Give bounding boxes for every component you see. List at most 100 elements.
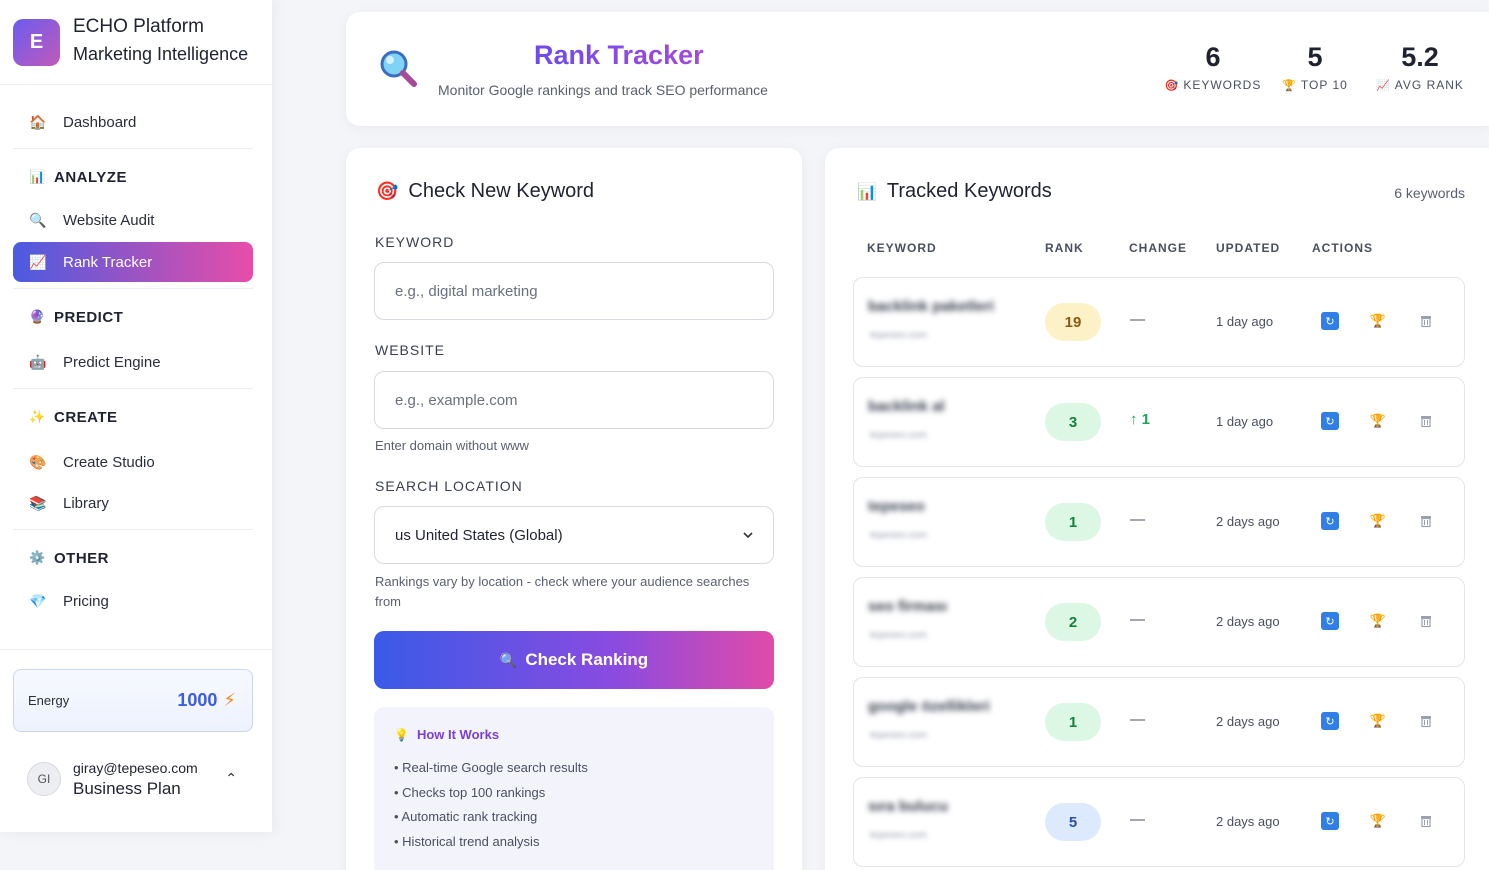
trash-icon[interactable]: [1417, 512, 1435, 530]
trophy-icon[interactable]: 🏆: [1369, 812, 1387, 830]
table-row[interactable]: google özellikleri tepeseo.com 1 — 2 days ag…: [853, 677, 1465, 767]
lightning-icon: ⚡: [223, 690, 236, 710]
website-label: WEBSITE: [375, 342, 446, 358]
stat-avg-rank: 5.2 📈 AVG RANK: [1372, 42, 1468, 92]
location-select[interactable]: us United States (Global): [374, 506, 774, 564]
sparkles-icon: ✨: [29, 409, 46, 424]
stat-label: 📈 AVG RANK: [1376, 78, 1464, 92]
user-plan: Business Plan: [73, 778, 181, 798]
avatar: GI: [27, 762, 61, 796]
section-other: ⚙️ OTHER: [0, 537, 272, 579]
refresh-icon[interactable]: ↻: [1321, 412, 1339, 430]
updated-time: 2 days ago: [1216, 614, 1280, 629]
diamond-icon: 💎: [29, 592, 47, 609]
keyword-cell: seo firması tepeseo.com: [858, 584, 1014, 662]
house-icon: 🏠: [29, 113, 47, 130]
books-icon: 📚: [29, 494, 47, 511]
rank-badge: 1: [1045, 703, 1101, 741]
website-hint: Enter domain without www: [375, 438, 529, 453]
section-title: OTHER: [54, 549, 109, 567]
keyword-site: tepeseo.com: [870, 630, 928, 641]
magnifier-icon: 🔍: [499, 651, 518, 668]
keyword-site: tepeseo.com: [870, 330, 928, 341]
energy-value: 1000 ⚡: [177, 690, 236, 710]
keyword-cell: tepeseo tepeseo.com: [858, 484, 1014, 562]
chevron-up-icon[interactable]: ⌃: [225, 770, 237, 787]
sidebar-item-library[interactable]: 📚 Library: [13, 483, 253, 523]
chevron-down-icon: [743, 532, 753, 539]
divider: [13, 148, 253, 149]
trash-icon[interactable]: [1417, 612, 1435, 630]
refresh-icon[interactable]: ↻: [1321, 312, 1339, 330]
stat-label: 🎯 KEYWORDS: [1164, 78, 1262, 92]
sidebar-item-dashboard[interactable]: 🏠 Dashboard: [13, 102, 253, 142]
user-menu[interactable]: GI giray@tepeseo.com Business Plan ⌃: [13, 748, 253, 810]
trophy-icon[interactable]: 🏆: [1369, 612, 1387, 630]
bar-chart-icon: 📊: [29, 169, 46, 184]
rank-change: —: [1130, 511, 1145, 528]
trophy-icon[interactable]: 🏆: [1369, 412, 1387, 430]
keyword-text: backlink al: [868, 398, 945, 415]
sidebar-item-predict-engine[interactable]: 🤖 Predict Engine: [13, 342, 253, 382]
trophy-icon[interactable]: 🏆: [1369, 312, 1387, 330]
trophy-icon[interactable]: 🏆: [1369, 712, 1387, 730]
location-value: us United States (Global): [395, 526, 563, 544]
check-keyword-card: 🎯 Check New Keyword KEYWORD WEBSITE Ente…: [346, 148, 802, 870]
divider: [0, 649, 272, 650]
column-header-actions: ACTIONS: [1312, 241, 1373, 255]
trophy-icon[interactable]: 🏆: [1369, 512, 1387, 530]
rank-badge: 19: [1045, 303, 1101, 341]
user-email: giray@tepeseo.com: [73, 759, 198, 776]
keyword-site: tepeseo.com: [870, 530, 928, 541]
chart-up-icon: 📈: [1376, 80, 1391, 92]
sidebar-item-create-studio[interactable]: 🎨 Create Studio: [13, 442, 253, 482]
column-header-change: CHANGE: [1129, 241, 1188, 255]
brand-logo: E: [13, 18, 60, 66]
sidebar-item-website-audit[interactable]: 🔍 Website Audit: [13, 200, 253, 240]
refresh-icon[interactable]: ↻: [1321, 812, 1339, 830]
keyword-text: google özellikleri: [868, 698, 990, 715]
trash-icon[interactable]: [1417, 412, 1435, 430]
energy-widget[interactable]: Energy 1000 ⚡: [13, 669, 253, 732]
table-row[interactable]: seo firması tepeseo.com 2 — 2 days ago ↻ 🏆: [853, 577, 1465, 667]
how-title: 💡 How It Works: [394, 727, 500, 742]
divider: [13, 288, 253, 289]
rank-change: —: [1130, 311, 1145, 328]
table-row[interactable]: backlink paketleri tepeseo.com 19 — 1 day ag…: [853, 277, 1465, 367]
refresh-icon[interactable]: ↻: [1321, 512, 1339, 530]
crystal-ball-icon: 🔮: [29, 309, 46, 324]
section-create: ✨ CREATE: [0, 396, 272, 438]
table-row[interactable]: sıra bulucu tepeseo.com 5 — 2 days ago ↻ 🏆: [853, 777, 1465, 867]
divider: [13, 388, 253, 389]
magnifier-icon: [380, 50, 417, 87]
rank-change: —: [1130, 611, 1145, 628]
website-input[interactable]: [374, 371, 774, 429]
column-header-updated: UPDATED: [1216, 241, 1281, 255]
refresh-icon[interactable]: ↻: [1321, 612, 1339, 630]
rank-badge: 5: [1045, 803, 1101, 841]
keyword-input[interactable]: [374, 262, 774, 320]
target-icon: 🎯: [376, 181, 399, 201]
table-row[interactable]: tepeseo tepeseo.com 1 — 2 days ago ↻ 🏆: [853, 477, 1465, 567]
check-ranking-button[interactable]: 🔍 Check Ranking: [374, 631, 774, 689]
updated-time: 1 day ago: [1216, 314, 1274, 329]
card-title: 📊 Tracked Keywords: [857, 180, 1052, 202]
table-row[interactable]: backlink al tepeseo.com 3 ↑ 1 1 day ago ↻ 🏆: [853, 377, 1465, 467]
keyword-cell: backlink paketleri tepeseo.com: [858, 284, 1014, 362]
lightbulb-icon: 💡: [394, 727, 409, 742]
brand[interactable]: E ECHO Platform Marketing Intelligence: [0, 0, 272, 85]
palette-icon: 🎨: [29, 453, 47, 470]
stat-value: 5: [1307, 42, 1323, 72]
stat-label: 🏆 TOP 10: [1282, 78, 1348, 92]
sidebar-item-pricing[interactable]: 💎 Pricing: [13, 581, 253, 621]
keyword-site: tepeseo.com: [870, 830, 928, 841]
list-item: Checks top 100 rankings: [394, 781, 754, 806]
keyword-cell: google özellikleri tepeseo.com: [858, 684, 1014, 762]
sidebar-item-label: Pricing: [63, 592, 109, 610]
keyword-site: tepeseo.com: [870, 430, 928, 441]
refresh-icon[interactable]: ↻: [1321, 712, 1339, 730]
sidebar-item-rank-tracker[interactable]: 📈 Rank Tracker: [13, 242, 253, 282]
trash-icon[interactable]: [1417, 712, 1435, 730]
trash-icon[interactable]: [1417, 812, 1435, 830]
trash-icon[interactable]: [1417, 312, 1435, 330]
